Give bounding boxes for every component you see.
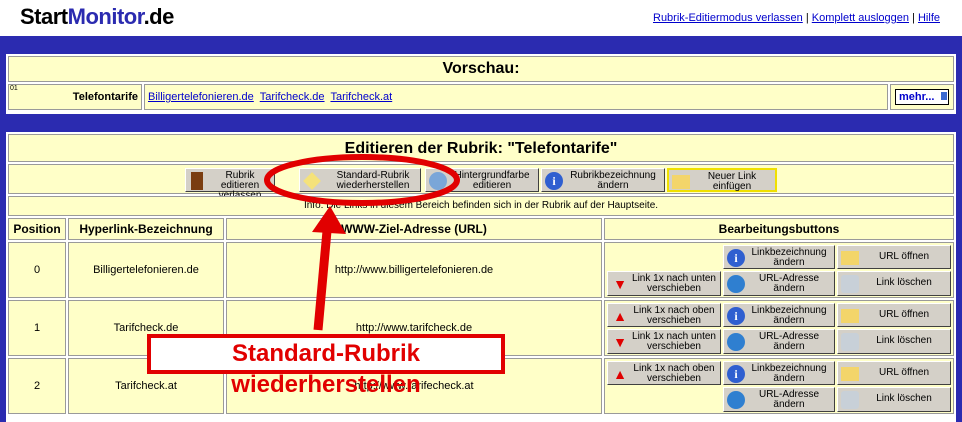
more-button[interactable]: mehr...: [895, 89, 949, 105]
info-icon: i: [545, 172, 563, 190]
preview-title: Vorschau:: [8, 56, 954, 82]
palette-icon: [429, 172, 447, 190]
preview-number: 01: [10, 85, 18, 92]
edit-background-color-button[interactable]: Hintergrundfarbe editieren: [425, 168, 539, 192]
trash-icon: [841, 391, 859, 409]
globe-icon: [727, 333, 745, 351]
open-url-button[interactable]: URL öffnen: [837, 361, 951, 385]
rename-category-button[interactable]: i Rubrikbezeichnung ändern: [541, 168, 665, 192]
info-icon: i: [727, 307, 745, 325]
preview-category-cell: 01 Telefontarife: [8, 84, 142, 110]
restore-icon: [303, 172, 321, 190]
column-header-url: WWW-Ziel-Adresse (URL): [226, 218, 602, 240]
table-row: http://www.billigertelefonieren.de: [226, 242, 602, 298]
folder-open-icon: [841, 251, 859, 265]
leave-edit-mode-link[interactable]: Rubrik-Editiermodus verlassen: [653, 12, 803, 24]
arrow-down-icon: ▼: [613, 276, 627, 292]
delete-link-button[interactable]: Link löschen: [837, 271, 951, 296]
restore-default-category-button[interactable]: Standard-Rubrik wiederherstellen: [299, 168, 421, 192]
column-header-actions: Bearbeitungsbuttons: [604, 218, 954, 240]
row-actions: ▲ Link 1x nach oben verschieben i Linkbe…: [604, 358, 954, 414]
annotation-label: Standard-Rubrik wiederherstellen: [147, 334, 505, 398]
change-url-button[interactable]: URL-Adresse ändern: [723, 387, 835, 412]
column-header-position: Position: [8, 218, 66, 240]
trash-icon: [841, 275, 859, 293]
move-down-button[interactable]: ▼ Link 1x nach unten verschieben: [607, 271, 721, 296]
preview-category: Telefontarife: [72, 91, 138, 103]
arrow-up-icon: ▲: [613, 366, 627, 382]
preview-link[interactable]: Billigertelefonieren.de: [148, 91, 254, 103]
top-bar: StartMonitor.de Rubrik-Editiermodus verl…: [0, 0, 962, 36]
table-row: 1: [8, 300, 66, 356]
change-url-button[interactable]: URL-Adresse ändern: [723, 329, 835, 354]
delete-link-button[interactable]: Link löschen: [837, 329, 951, 354]
folder-open-icon: [841, 309, 859, 323]
info-text: Info: Die Links in diesem Bereich befind…: [8, 196, 954, 216]
new-link-button[interactable]: Neuer Link einfügen: [667, 168, 777, 192]
table-row: 2: [8, 358, 66, 414]
leave-category-edit-button[interactable]: Rubrik editieren verlassen: [185, 168, 275, 201]
delete-link-button[interactable]: Link löschen: [837, 387, 951, 412]
logo: StartMonitor.de: [20, 4, 174, 29]
table-row: 0: [8, 242, 66, 298]
door-icon: [191, 172, 203, 190]
preview-more-cell: mehr...: [890, 84, 954, 110]
trash-icon: [841, 333, 859, 351]
info-icon: i: [727, 249, 745, 267]
globe-icon: [727, 391, 745, 409]
rename-link-button[interactable]: i Linkbezeichnung ändern: [723, 245, 835, 269]
editor-title: Editieren der Rubrik: "Telefontarife": [8, 134, 954, 162]
folder-icon: [672, 175, 690, 189]
preview-link[interactable]: Tarifcheck.de: [260, 91, 325, 103]
editor-panel: Editieren der Rubrik: "Telefontarife" Ru…: [6, 132, 956, 422]
arrow-down-icon: ▼: [613, 334, 627, 350]
table-row: Billigertelefonieren.de: [68, 242, 224, 298]
open-url-button[interactable]: URL öffnen: [837, 245, 951, 269]
preview-link[interactable]: Tarifcheck.at: [330, 91, 392, 103]
logout-link[interactable]: Komplett ausloggen: [812, 12, 909, 24]
folder-open-icon: [841, 367, 859, 381]
rename-link-button[interactable]: i Linkbezeichnung ändern: [723, 303, 835, 327]
help-link[interactable]: Hilfe: [918, 12, 940, 24]
row-actions: ▲ Link 1x nach oben verschieben ▼ Link 1…: [604, 300, 954, 356]
info-icon: i: [727, 365, 745, 383]
move-up-button[interactable]: ▲ Link 1x nach oben verschieben: [607, 361, 721, 385]
change-url-button[interactable]: URL-Adresse ändern: [723, 271, 835, 296]
open-url-button[interactable]: URL öffnen: [837, 303, 951, 327]
preview-panel: Vorschau: 01 Telefontarife Billigertelef…: [6, 54, 956, 114]
top-links: Rubrik-Editiermodus verlassen | Komplett…: [653, 12, 940, 24]
arrow-up-icon: ▲: [613, 308, 627, 324]
rename-link-button[interactable]: i Linkbezeichnung ändern: [723, 361, 835, 385]
preview-links-cell: Billigertelefonieren.de Tarifcheck.de Ta…: [144, 84, 888, 110]
move-up-button[interactable]: ▲ Link 1x nach oben verschieben: [607, 303, 721, 327]
move-down-button[interactable]: ▼ Link 1x nach unten verschieben: [607, 329, 721, 354]
row-actions: ▼ Link 1x nach unten verschieben i Linkb…: [604, 242, 954, 298]
globe-icon: [727, 275, 745, 293]
column-header-name: Hyperlink-Bezeichnung: [68, 218, 224, 240]
dots-icon: [941, 92, 947, 100]
toolbar-row: Rubrik editieren verlassen Standard-Rubr…: [8, 164, 954, 201]
